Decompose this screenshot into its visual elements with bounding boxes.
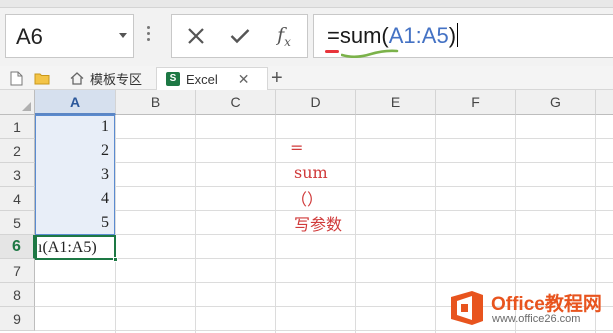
- row-header-4[interactable]: 4: [0, 187, 35, 211]
- row-header-3[interactable]: 3: [0, 163, 35, 187]
- drag-handle-icon[interactable]: [147, 26, 151, 42]
- cell-a6-editing[interactable]: ı(A1:A5): [35, 235, 118, 262]
- tab-excel-label: Excel: [186, 71, 218, 87]
- checkmark-icon: [230, 29, 250, 44]
- cell-a3[interactable]: 3: [35, 163, 115, 187]
- tab-excel[interactable]: S Excel ✕: [156, 67, 268, 90]
- formula-text[interactable]: =sum(A1:A5): [327, 23, 459, 49]
- column-header-c[interactable]: C: [196, 90, 276, 115]
- formula-close-paren: ): [448, 23, 457, 48]
- formula-equals: =: [327, 23, 340, 48]
- row-header-6[interactable]: 6: [0, 235, 35, 259]
- formula-input[interactable]: =sum(A1:A5): [313, 14, 613, 58]
- top-strip: [0, 0, 613, 8]
- row-header-8[interactable]: 8: [0, 283, 35, 307]
- enter-button[interactable]: [220, 15, 260, 57]
- cell-a1[interactable]: 1: [35, 115, 115, 139]
- formula-bar: A6 fx =sum(A1:A5): [0, 0, 613, 66]
- document-tab-bar: 模板专区 S Excel ✕ +: [0, 66, 613, 90]
- row-header-9[interactable]: 9: [0, 307, 35, 331]
- cancel-button[interactable]: [176, 15, 216, 57]
- column-header-partial[interactable]: [596, 90, 613, 115]
- home-icon: [70, 72, 84, 85]
- fill-handle[interactable]: [113, 257, 118, 262]
- new-document-icon[interactable]: [6, 69, 26, 87]
- row-header-2[interactable]: 2: [0, 139, 35, 163]
- cell-a4[interactable]: 4: [35, 187, 115, 211]
- column-header-b[interactable]: B: [116, 90, 196, 115]
- column-header-f[interactable]: F: [436, 90, 516, 115]
- name-box-value[interactable]: A6: [16, 24, 43, 50]
- column-header-d[interactable]: D: [276, 90, 356, 115]
- close-icon[interactable]: ✕: [238, 71, 250, 88]
- tab-templates-label: 模板专区: [90, 72, 143, 87]
- annotation-parens: （）: [291, 190, 324, 209]
- formula-open-paren: (: [381, 23, 389, 48]
- office-logo-icon: [451, 291, 483, 325]
- formula-function: sum: [339, 23, 382, 48]
- annotation-write-params: 写参数: [294, 215, 343, 234]
- cell-a6-text[interactable]: ı(A1:A5): [38, 239, 97, 257]
- cell-a5[interactable]: 5: [35, 211, 115, 235]
- watermark-url: www.office26.com: [492, 313, 581, 325]
- chevron-down-icon[interactable]: [119, 33, 127, 38]
- annotation-sum: sum: [294, 163, 328, 182]
- column-header-g[interactable]: G: [516, 90, 596, 115]
- formula-actions: fx: [171, 14, 308, 58]
- fx-icon: fx: [277, 23, 291, 49]
- cell-a2[interactable]: 2: [35, 139, 115, 163]
- new-tab-button[interactable]: +: [271, 67, 283, 89]
- annotation-equals: =: [290, 138, 304, 157]
- text-cursor: [457, 23, 459, 47]
- watermark: Office教程网 www.office26.com: [445, 285, 613, 333]
- column-header-a[interactable]: A: [35, 90, 116, 115]
- row-header-7[interactable]: 7: [0, 259, 35, 283]
- row-header-1[interactable]: 1: [0, 115, 35, 139]
- watermark-name: Office教程网: [491, 294, 602, 315]
- formula-range: A1:A5: [388, 23, 449, 48]
- select-all-corner[interactable]: [0, 90, 35, 115]
- name-box[interactable]: A6: [5, 14, 134, 58]
- x-icon: [188, 28, 204, 44]
- row-header-5[interactable]: 5: [0, 211, 35, 235]
- insert-function-button[interactable]: fx: [264, 15, 304, 57]
- folder-icon[interactable]: [32, 69, 52, 87]
- excel-icon: S: [166, 72, 180, 86]
- equals-underline: [325, 50, 339, 53]
- tab-templates[interactable]: 模板专区: [62, 67, 154, 90]
- sum-underline: [341, 49, 399, 58]
- column-header-e[interactable]: E: [356, 90, 436, 115]
